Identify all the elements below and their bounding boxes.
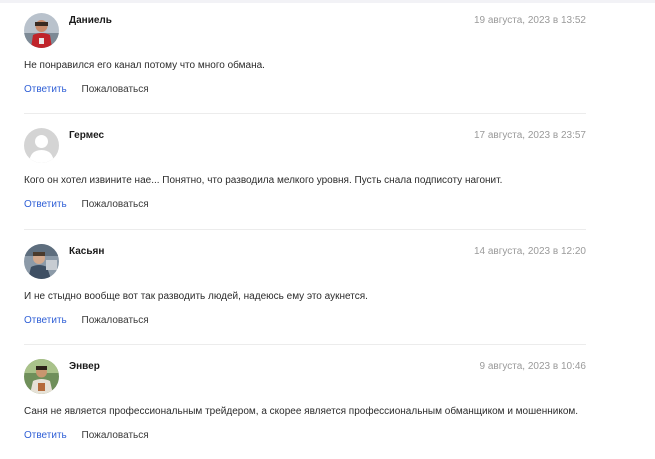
comment-date: 9 августа, 2023 в 10:46 <box>479 361 586 372</box>
comment-divider <box>24 229 586 230</box>
comment-divider <box>24 344 586 345</box>
comment-author: Энвер <box>69 361 100 372</box>
comment-actions: Ответить Пожаловаться <box>24 199 149 210</box>
comment-divider <box>24 113 586 114</box>
comment-date: 17 августа, 2023 в 23:57 <box>473 130 586 141</box>
comment-text: И не стыдно вообще вот так разводить люд… <box>24 291 368 302</box>
comment-date: 19 августа, 2023 в 13:52 <box>473 15 586 26</box>
avatar[interactable] <box>24 128 59 163</box>
comment-actions: Ответить Пожаловаться <box>24 315 149 326</box>
comment-author: Гермес <box>69 130 105 141</box>
user-photo-icon <box>24 359 59 394</box>
comment-text: Не понравился его канал потому что много… <box>24 60 265 71</box>
comment-item: Энвер 9 августа, 2023 в 10:46 Саня не яв… <box>24 359 586 459</box>
top-border <box>0 0 655 3</box>
user-photo-icon <box>24 13 59 48</box>
reply-link[interactable]: Ответить <box>24 315 67 326</box>
avatar[interactable] <box>24 13 59 48</box>
reply-link[interactable]: Ответить <box>24 84 67 95</box>
comment-text: Саня не является профессиональным трейде… <box>24 406 579 417</box>
reply-link[interactable]: Ответить <box>24 430 67 441</box>
comment-item: Касьян 14 августа, 2023 в 12:20 И не сты… <box>24 244 586 344</box>
report-link[interactable]: Пожаловаться <box>82 84 149 95</box>
comment-author: Даниель <box>69 15 112 26</box>
comment-actions: Ответить Пожаловаться <box>24 84 149 95</box>
comment-text: Кого он хотел извините нае... Понятно, ч… <box>24 175 503 186</box>
comment-item: Гермес 17 августа, 2023 в 23:57 Кого он … <box>24 128 586 228</box>
comment-actions: Ответить Пожаловаться <box>24 430 149 441</box>
avatar[interactable] <box>24 359 59 394</box>
avatar[interactable] <box>24 244 59 279</box>
report-link[interactable]: Пожаловаться <box>82 315 149 326</box>
comment-date: 14 августа, 2023 в 12:20 <box>473 246 586 257</box>
comment-author: Касьян <box>69 246 105 257</box>
user-photo-icon <box>24 244 59 279</box>
default-user-icon <box>24 128 59 163</box>
report-link[interactable]: Пожаловаться <box>82 199 149 210</box>
reply-link[interactable]: Ответить <box>24 199 67 210</box>
report-link[interactable]: Пожаловаться <box>82 430 149 441</box>
comment-item: Даниель 19 августа, 2023 в 13:52 Не понр… <box>24 13 586 113</box>
